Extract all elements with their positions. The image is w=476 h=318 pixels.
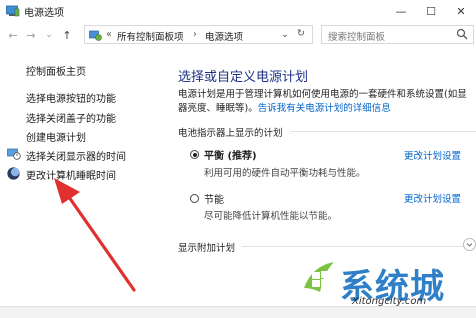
up-arrow-icon: ↑ xyxy=(62,28,72,42)
sidebar-item-close-lid[interactable]: 选择关闭盖子的功能 xyxy=(26,110,116,125)
show-additional-plans-label[interactable]: 显示附加计划 xyxy=(178,240,235,254)
forward-arrow-icon: → xyxy=(26,28,36,42)
up-button[interactable]: ↑ xyxy=(60,27,74,43)
recent-locations-button[interactable]: ⌄ xyxy=(42,27,56,43)
plan-description: 电源计划是用于管理计算机如何使用电源的一套硬件和系统设置(如显 器亮度、睡眠等)… xyxy=(178,88,476,116)
watermark-logo-icon xyxy=(304,262,334,292)
breadcrumb-power-options[interactable]: 电源选项 xyxy=(205,29,243,43)
back-button[interactable]: ← xyxy=(6,27,20,43)
power-saver-change-settings-link[interactable]: 更改计划设置 xyxy=(404,191,461,205)
power-saver-plan-name[interactable]: 节能 xyxy=(204,191,224,206)
control-panel-icon xyxy=(89,30,102,41)
address-dropdown-icon[interactable]: ⌄ xyxy=(281,29,289,40)
title-bar: 电源选项 — ☐ ✕ xyxy=(0,0,476,23)
description-line-2: 器亮度、睡眠等)。 xyxy=(178,103,258,114)
close-button[interactable]: ✕ xyxy=(446,0,476,22)
close-icon: ✕ xyxy=(456,4,466,18)
balanced-plan-desc: 利用可用的硬件自动平衡功耗与性能。 xyxy=(204,168,366,179)
refresh-icon[interactable]: ↻ xyxy=(297,28,305,39)
learn-more-link[interactable]: 告诉我有关电源计划的详细信息 xyxy=(258,103,391,114)
forward-button[interactable]: → xyxy=(24,27,38,43)
sidebar-item-power-button[interactable]: 选择电源按钮的功能 xyxy=(26,90,116,105)
search-placeholder: 搜索控制面板 xyxy=(328,32,386,43)
balanced-plan-name[interactable]: 平衡 (推荐) xyxy=(204,147,257,162)
section-divider xyxy=(290,131,476,132)
sidebar-item-display-off-time[interactable]: 选择关闭显示器的时间 xyxy=(26,148,126,163)
breadcrumb-all-items[interactable]: 所有控制面板项 xyxy=(117,29,184,43)
maximize-icon: ☐ xyxy=(426,4,436,18)
navigation-bar: ← → ⌄ ↑ « 所有控制面板项 › 电源选项 ⌄ ↻ 搜索控制面板 xyxy=(0,22,476,48)
search-icon[interactable] xyxy=(456,28,468,40)
additional-plans-divider xyxy=(242,246,464,247)
power-options-icon xyxy=(6,5,20,17)
chevron-down-icon xyxy=(466,243,473,247)
red-arrow-annotation xyxy=(54,178,136,292)
window-title: 电源选项 xyxy=(24,8,64,19)
control-panel-home-link[interactable]: 控制面板主页 xyxy=(26,63,86,78)
page-heading: 选择或自定义电源计划 xyxy=(178,70,309,85)
breadcrumb-separator: › xyxy=(193,29,197,40)
chevron-down-icon: ⌄ xyxy=(45,30,53,40)
balanced-radio[interactable] xyxy=(190,150,199,159)
minimize-button[interactable]: — xyxy=(386,0,416,22)
back-arrow-icon: ← xyxy=(8,28,18,42)
sidebar-item-create-plan[interactable]: 创建电源计划 xyxy=(26,129,86,144)
address-bar[interactable]: « 所有控制面板项 › 电源选项 ⌄ ↻ xyxy=(84,25,313,44)
search-box[interactable]: 搜索控制面板 xyxy=(321,25,474,44)
section-label: 电池指示器上显示的计划 xyxy=(178,128,283,139)
watermark-url: Xitongcity.com xyxy=(352,296,427,307)
sleep-moon-icon xyxy=(7,167,20,180)
breadcrumb-overflow[interactable]: « xyxy=(106,29,112,40)
power-saver-radio[interactable] xyxy=(190,194,199,203)
description-line-1: 电源计划是用于管理计算机如何使用电源的一套硬件和系统设置(如显 xyxy=(178,89,467,100)
expand-additional-plans-button[interactable] xyxy=(463,238,476,251)
balanced-change-settings-link[interactable]: 更改计划设置 xyxy=(404,148,461,162)
minimize-icon: — xyxy=(395,4,407,18)
power-saver-plan-desc: 尽可能降低计算机性能以节能。 xyxy=(204,211,338,222)
display-timer-icon xyxy=(7,148,21,160)
maximize-button[interactable]: ☐ xyxy=(416,0,446,22)
